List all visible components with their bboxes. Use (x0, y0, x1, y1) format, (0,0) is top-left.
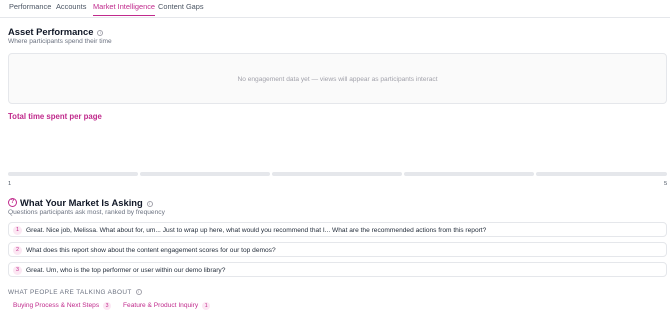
page-bar-1 (8, 172, 138, 176)
asset-performance-title: Asset Performance (8, 26, 94, 37)
tab-content-gaps[interactable]: Content Gaps (158, 2, 204, 15)
topic-count-badge: 3 (103, 301, 112, 310)
page-bar-4 (404, 172, 534, 176)
time-per-page-chart-title: Total time spent per page (8, 112, 102, 121)
page-bar-2 (140, 172, 270, 176)
info-icon[interactable]: i (135, 289, 142, 295)
market-asking-subtitle: Questions participants ask most, ranked … (8, 209, 165, 216)
page-bar-3 (272, 172, 402, 176)
tab-accounts[interactable]: Accounts (56, 2, 86, 15)
question-text: What does this report show about the con… (26, 246, 276, 254)
topic-label: Buying Process & Next Steps (13, 302, 100, 309)
topic-chip[interactable]: Feature & Product Inquiry 1 (118, 300, 215, 311)
topic-label: Feature & Product Inquiry (123, 302, 199, 309)
empty-state-message: No engagement data yet — views will appe… (237, 76, 438, 83)
question-rank-badge: 1 (13, 226, 22, 235)
info-icon[interactable]: i (97, 30, 104, 36)
time-per-page-bars (8, 172, 667, 177)
question-rank-badge: 3 (13, 266, 22, 275)
question-row[interactable]: 3 Great. Um, who is the top performer or… (8, 262, 667, 277)
topics-heading: WHAT PEOPLE ARE TALKING ABOUT i (8, 289, 142, 296)
tab-bar: Performance Accounts Market Intelligence… (0, 0, 670, 18)
page-bar-5 (536, 172, 667, 176)
question-text: Great. Um, who is the top performer or u… (26, 266, 226, 274)
question-row[interactable]: 2 What does this report show about the c… (8, 242, 667, 257)
asset-performance-heading: Asset Performance i (8, 26, 104, 37)
tab-divider (0, 17, 670, 18)
info-icon[interactable]: i (146, 201, 153, 207)
engagement-empty-state: No engagement data yet — views will appe… (8, 53, 667, 104)
asset-performance-subtitle: Where participants spend their time (8, 38, 112, 45)
question-rank-badge: 2 (13, 246, 22, 255)
topic-chip[interactable]: Buying Process & Next Steps 3 (8, 300, 116, 311)
axis-tick-start: 1 (8, 181, 12, 187)
topic-count-badge: 1 (202, 301, 211, 310)
tab-market-intelligence[interactable]: Market Intelligence (93, 2, 156, 16)
question-row[interactable]: 1 Great. Nice job, Melissa. What about f… (8, 222, 667, 237)
topics-title: WHAT PEOPLE ARE TALKING ABOUT (8, 289, 132, 296)
question-text: Great. Nice job, Melissa. What about for… (26, 226, 487, 234)
question-circle-icon: ? (8, 198, 17, 207)
axis-tick-end: 5 (664, 181, 668, 187)
market-asking-heading: What Your Market Is Asking i (20, 197, 153, 208)
tab-performance[interactable]: Performance (9, 2, 51, 15)
market-asking-title: What Your Market Is Asking (20, 197, 143, 208)
